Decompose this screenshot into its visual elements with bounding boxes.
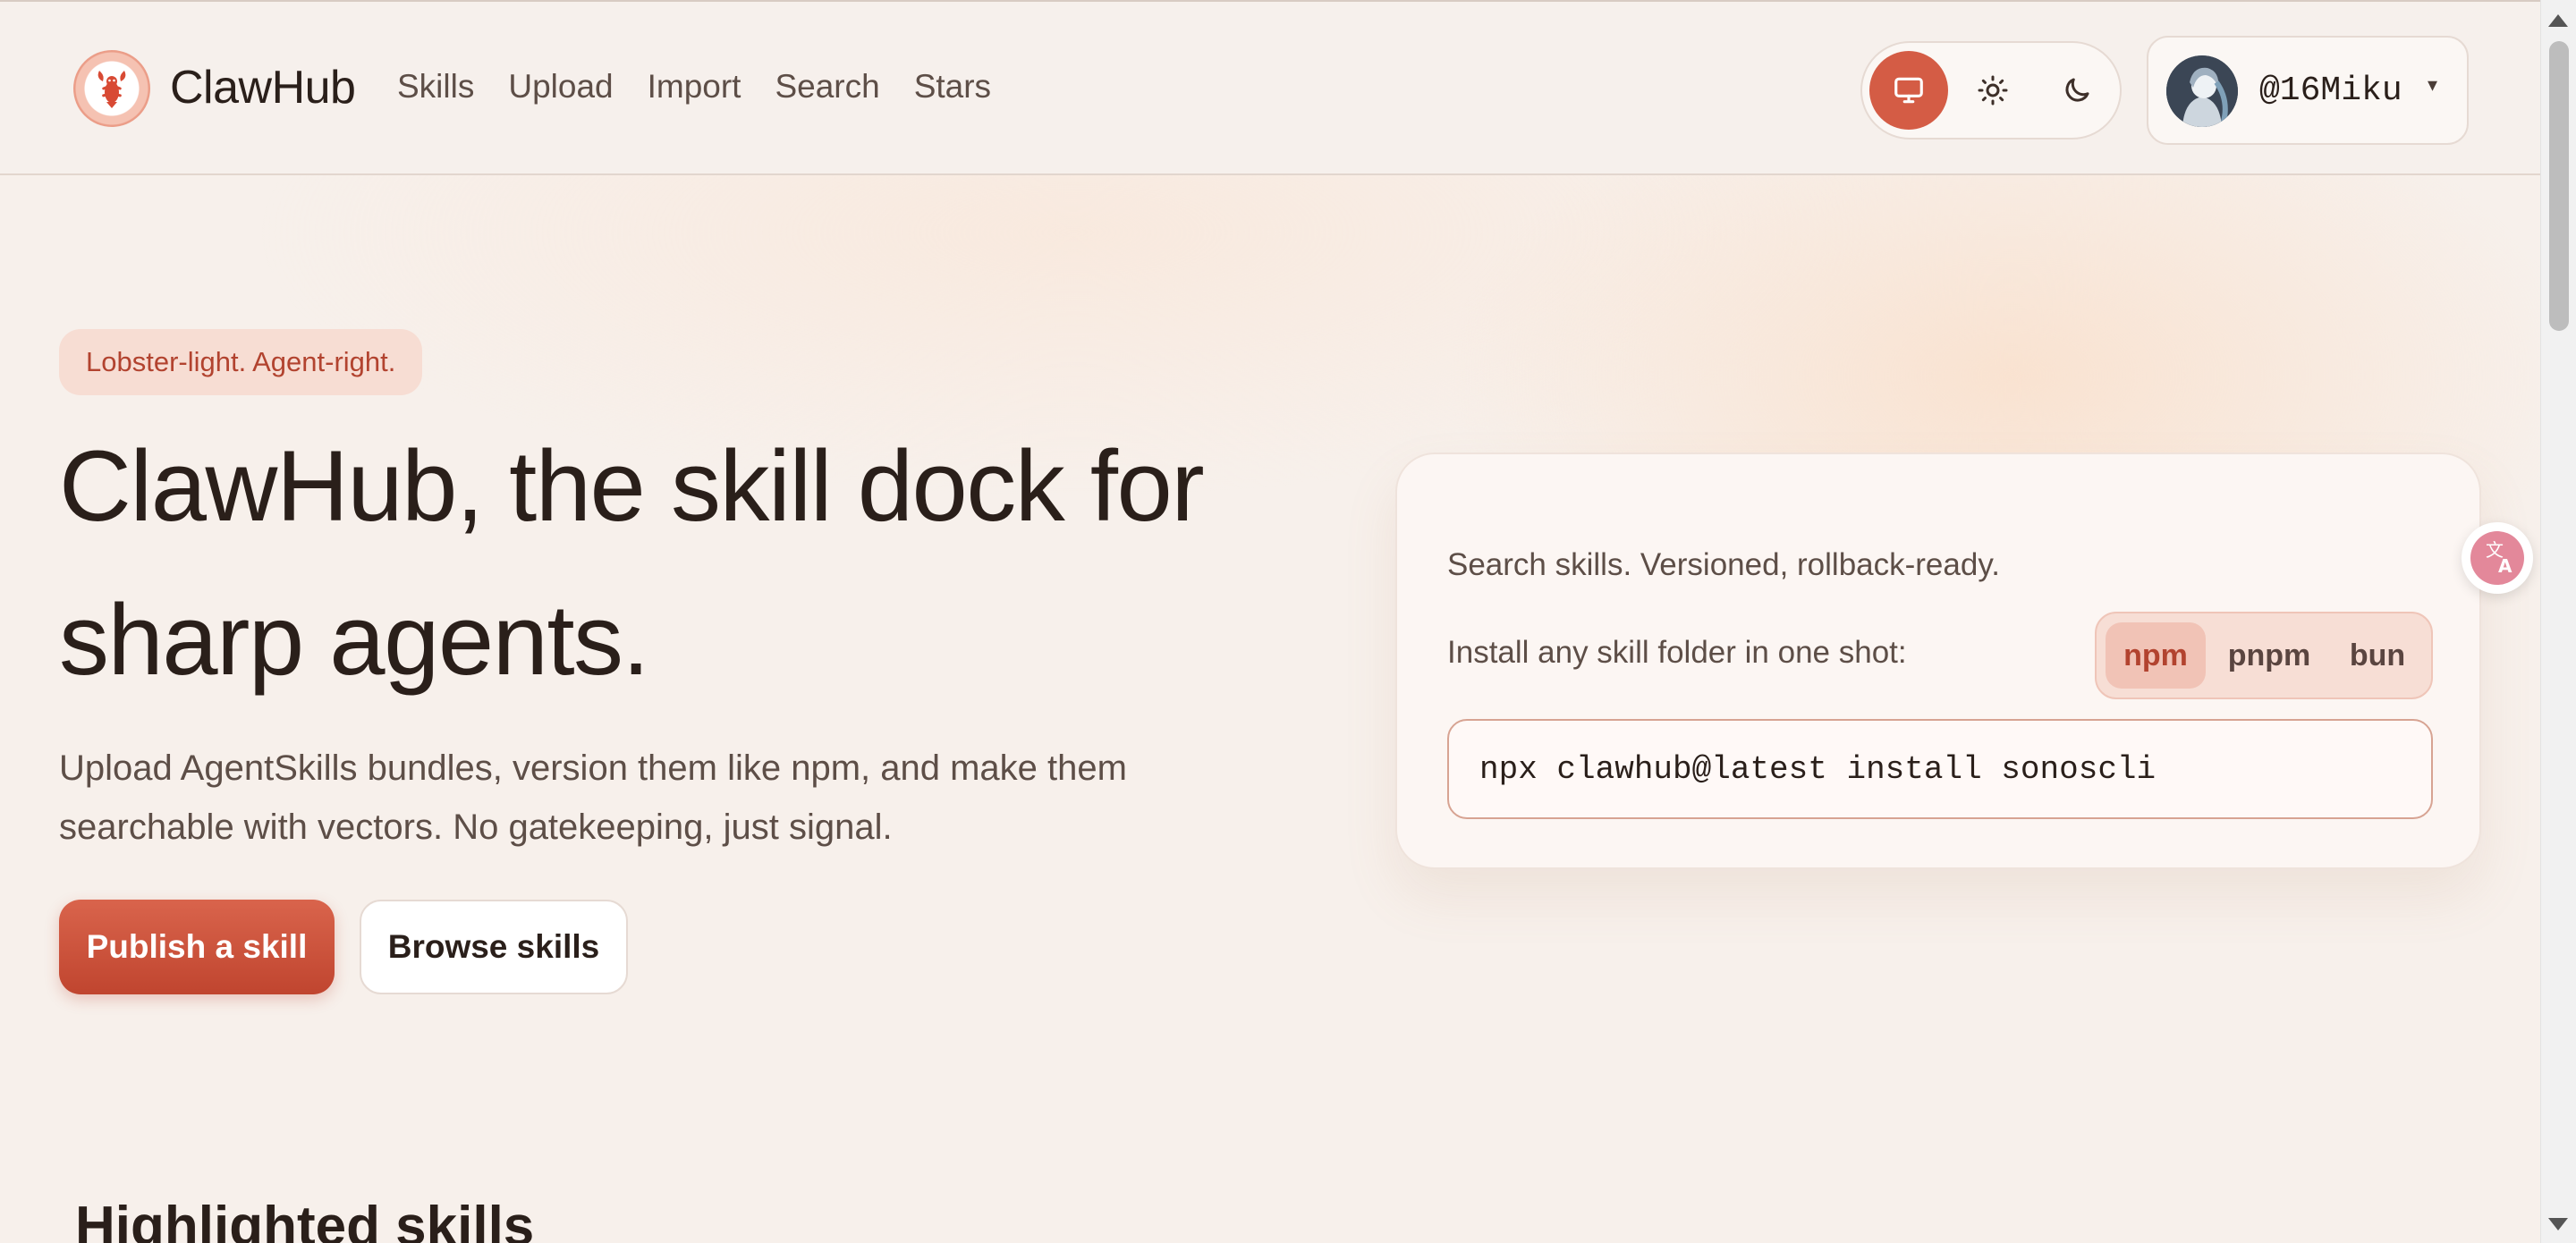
brand-name[interactable]: ClawHub [170,61,356,114]
nav-stars[interactable]: Stars [914,68,991,106]
avatar [2166,55,2238,127]
hero-title: ClawHub, the skill dock for sharp agents… [59,430,1205,696]
scrollbar-thumb[interactable] [2549,41,2569,331]
monitor-icon [1894,77,1923,104]
highlighted-skills-title: Highlighted skills [75,1196,535,1243]
main-nav: Skills Upload Import Search Stars [397,68,991,106]
chevron-down-icon: ▾ [2428,73,2438,96]
tab-pnpm[interactable]: pnpm [2213,622,2326,689]
tab-bun[interactable]: bun [2333,622,2422,689]
svg-text:A: A [2498,555,2512,577]
user-menu-button[interactable]: @16Miku ▾ [2147,36,2469,145]
theme-light-button[interactable] [1953,51,2032,130]
nav-search[interactable]: Search [775,68,879,106]
install-command[interactable]: npx clawhub@latest install sonoscli [1479,751,2156,788]
package-manager-toggle: npm pnpm bun [2095,612,2433,699]
theme-dark-button[interactable] [2038,51,2116,130]
card-tagline: Search skills. Versioned, rollback-ready… [1447,547,2000,582]
hero-badge: Lobster-light. Agent-right. [59,329,423,395]
nav-import[interactable]: Import [648,68,741,106]
browse-skills-button[interactable]: Browse skills [360,900,628,994]
hero-subtitle: Upload AgentSkills bundles, version them… [59,748,1127,847]
scroll-down-icon[interactable] [2548,1218,2568,1230]
user-handle: @16Miku [2259,72,2402,110]
install-card: Search skills. Versioned, rollback-ready… [1395,452,2481,869]
publish-skill-button[interactable]: Publish a skill [59,900,335,994]
sun-icon [1978,75,2008,106]
install-label: Install any skill folder in one shot: [1447,635,1907,670]
clawhub-logo-icon[interactable] [73,50,150,127]
theme-switcher [1860,41,2122,140]
moon-icon [2065,78,2089,102]
nav-upload[interactable]: Upload [508,68,613,106]
theme-system-button[interactable] [1869,51,1948,130]
scroll-up-icon[interactable] [2548,14,2568,27]
page-scrollbar[interactable] [2540,0,2576,1243]
nav-skills[interactable]: Skills [397,68,474,106]
tab-npm[interactable]: npm [2106,622,2206,689]
site-header: ClawHub Skills Upload Import Search Star… [0,2,2540,175]
install-command-box[interactable]: npx clawhub@latest install sonoscli [1447,719,2433,819]
translate-icon[interactable]: 文 A [2462,522,2533,594]
